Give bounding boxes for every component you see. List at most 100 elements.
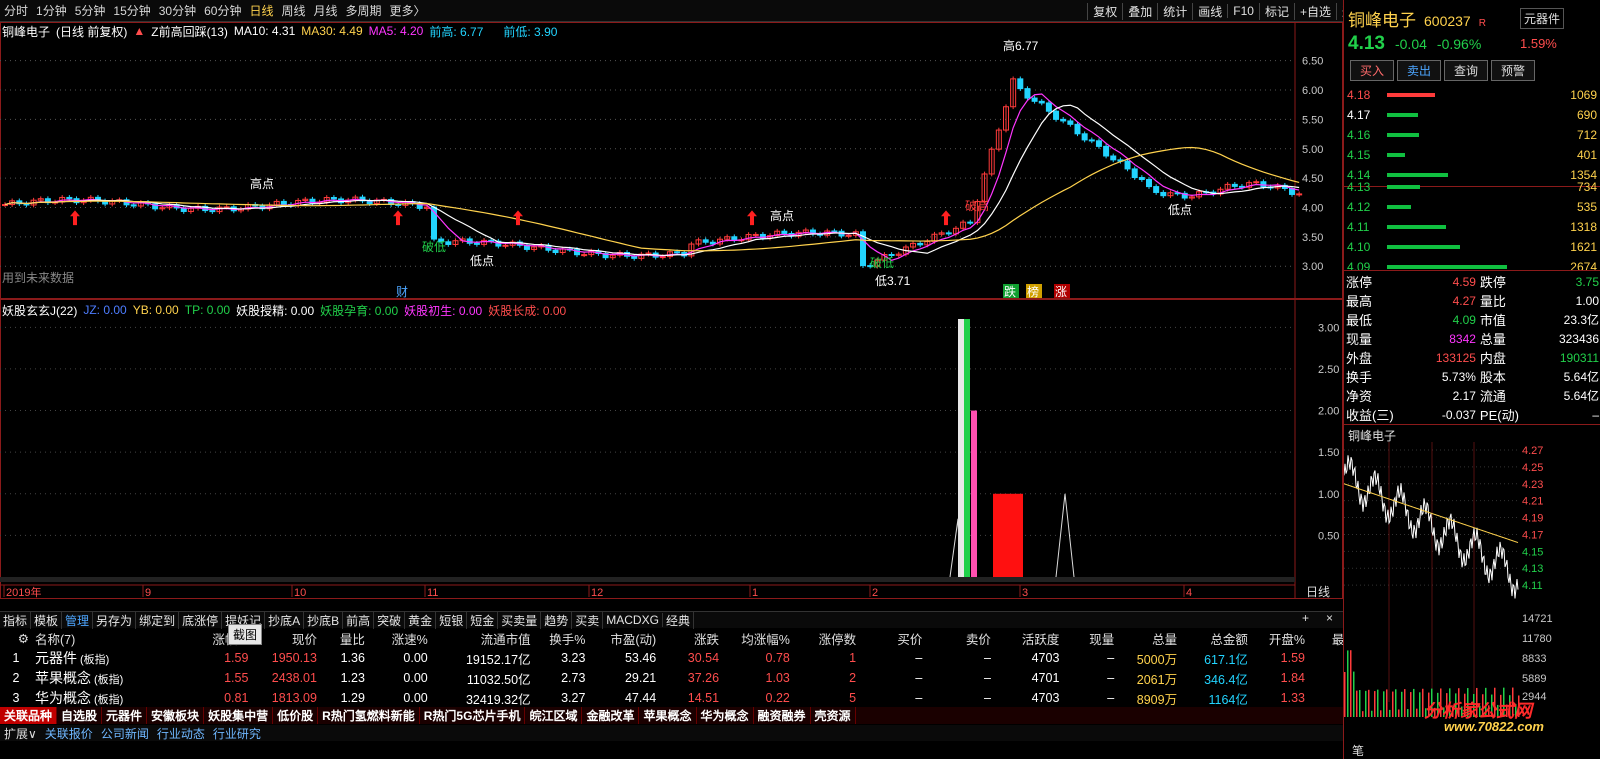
period-7[interactable]: 周线 bbox=[277, 2, 309, 19]
related-tab-5[interactable]: 低价股 bbox=[273, 707, 319, 724]
col-header-14[interactable]: 现量 bbox=[1062, 629, 1117, 648]
trade-btn-2[interactable]: 查询 bbox=[1444, 60, 1489, 81]
col-header-10[interactable]: 涨停数 bbox=[793, 629, 859, 648]
col-header-13[interactable]: 活跃度 bbox=[994, 629, 1063, 648]
indicator-tab-16[interactable]: 买卖 bbox=[572, 611, 604, 629]
mini-vol-tick: 5889 bbox=[1522, 673, 1546, 685]
col-header-11[interactable]: 买价 bbox=[859, 629, 925, 648]
ext-tab-0[interactable]: 扩展∨ bbox=[0, 725, 41, 742]
col-header-0[interactable]: 名称(7) bbox=[32, 629, 203, 648]
related-tab-6[interactable]: R热门氢燃料新能 bbox=[318, 707, 420, 724]
indicator-tab-3[interactable]: 另存为 bbox=[93, 611, 137, 629]
row-name[interactable]: 苹果概念 (板指) bbox=[32, 668, 203, 688]
tool-5[interactable]: 标记 bbox=[1258, 2, 1294, 20]
related-tab-2[interactable]: 元器件 bbox=[102, 707, 148, 724]
col-header-16[interactable]: 总金额 bbox=[1180, 629, 1251, 648]
sector-name: 华为概念 bbox=[34, 690, 91, 706]
indicator-tab-14[interactable]: 买卖量 bbox=[498, 611, 542, 629]
indicator-tab-5[interactable]: 底涨停 bbox=[179, 611, 223, 629]
period-2[interactable]: 5分钟 bbox=[71, 2, 110, 19]
period-0[interactable]: 分时 bbox=[0, 2, 32, 19]
period-3[interactable]: 15分钟 bbox=[109, 2, 154, 19]
period-6[interactable]: 日线 bbox=[245, 2, 277, 19]
related-tab-10[interactable]: 苹果概念 bbox=[639, 707, 697, 724]
y-tick: 2.00 bbox=[1318, 406, 1339, 418]
add-icon[interactable]: + bbox=[1302, 611, 1309, 625]
related-tab-13[interactable]: 壳资源 bbox=[811, 707, 856, 724]
indicator-tab-11[interactable]: 黄金 bbox=[405, 611, 437, 629]
indicator-tab-12[interactable]: 短银 bbox=[436, 611, 468, 629]
col-header-17[interactable]: 开盘% bbox=[1251, 629, 1308, 648]
indicator-tab-13[interactable]: 短金 bbox=[467, 611, 499, 629]
col-header-3[interactable]: 量比 bbox=[320, 629, 368, 648]
row-name[interactable]: 华为概念 (板指) bbox=[32, 688, 203, 708]
indicator-tab-18[interactable]: 经典 bbox=[663, 611, 694, 629]
period-10[interactable]: 更多〉 bbox=[386, 2, 430, 19]
table-row[interactable]: 3 华为概念 (板指) 0.81 1813.09 1.29 0.00 32419.32亿 3.2… bbox=[0, 688, 1371, 708]
tool-0[interactable]: 复权 bbox=[1087, 2, 1122, 20]
ext-tab-4[interactable]: 行业研究 bbox=[209, 725, 265, 742]
col-header-12[interactable]: 卖价 bbox=[925, 629, 994, 648]
period-4[interactable]: 30分钟 bbox=[155, 2, 200, 19]
settings-icon[interactable]: ⚙ bbox=[0, 629, 32, 648]
ext-tab-3[interactable]: 行业动态 bbox=[153, 725, 209, 742]
tool-6[interactable]: +自选 bbox=[1293, 2, 1336, 20]
related-tab-4[interactable]: 妖股集中营 bbox=[204, 707, 274, 724]
related-tab-7[interactable]: R热门5G芯片手机 bbox=[420, 707, 526, 724]
related-tab-3[interactable]: 安徽板块 bbox=[147, 707, 205, 724]
indicator-tab-9[interactable]: 前高 bbox=[343, 611, 375, 629]
close-icon[interactable]: × bbox=[1326, 611, 1333, 625]
tool-4[interactable]: F10 bbox=[1227, 4, 1259, 18]
cell: – bbox=[1107, 691, 1115, 705]
trade-btn-1[interactable]: 卖出 bbox=[1397, 60, 1442, 81]
col-header-9[interactable]: 均涨幅% bbox=[722, 629, 793, 648]
ext-tab-2[interactable]: 公司新闻 bbox=[97, 725, 153, 742]
table-row[interactable]: 1 元器件 (板指) 1.59 1950.13 1.36 0.00 19152.17亿 3.23… bbox=[0, 648, 1371, 668]
related-tab-11[interactable]: 华为概念 bbox=[697, 707, 754, 724]
trade-btn-0[interactable]: 买入 bbox=[1350, 60, 1395, 81]
col-header-4[interactable]: 涨速% bbox=[368, 629, 431, 648]
row-name[interactable]: 元器件 (板指) bbox=[32, 648, 203, 668]
related-tab-0[interactable]: 关联品种 bbox=[0, 707, 58, 724]
related-tab-12[interactable]: 融资融券 bbox=[754, 707, 811, 724]
sector-tag[interactable]: 元器件 bbox=[1520, 8, 1565, 29]
mini-vol-bar bbox=[1392, 691, 1394, 717]
col-header-5[interactable]: 流通市值 bbox=[431, 629, 534, 648]
indicator-tab-0[interactable]: 指标 bbox=[0, 611, 32, 629]
ext-tab-1[interactable]: 关联报价 bbox=[41, 725, 97, 742]
related-tab-8[interactable]: 皖江区域 bbox=[525, 707, 583, 724]
high-label: 高点 bbox=[770, 208, 794, 223]
trade-btn-3[interactable]: 预警 bbox=[1491, 60, 1536, 81]
buy-arrow-icon bbox=[941, 210, 951, 226]
period-1[interactable]: 1分钟 bbox=[32, 2, 71, 19]
kline-chart[interactable]: 6.506.005.505.004.504.003.503.00高点高点低点低点… bbox=[0, 22, 1343, 299]
candle-body bbox=[1131, 168, 1138, 179]
tool-1[interactable]: 叠加 bbox=[1122, 2, 1157, 20]
col-header-15[interactable]: 总量 bbox=[1117, 629, 1180, 648]
table-row[interactable]: 2 苹果概念 (板指) 1.55 2438.01 1.23 0.00 11032.50亿 2.7… bbox=[0, 668, 1371, 688]
col-header-8[interactable]: 涨跌 bbox=[659, 629, 722, 648]
mini-vol-bar bbox=[1362, 711, 1364, 717]
indicator-chart[interactable]: 3.002.502.001.501.000.502019年 9 10 11 12 1 2 3 4… bbox=[0, 299, 1343, 611]
stat-label: PE(动) bbox=[1479, 408, 1519, 423]
period-5[interactable]: 60分钟 bbox=[200, 2, 245, 19]
indicator-tab-2[interactable]: 管理 bbox=[62, 611, 94, 629]
col-header-6[interactable]: 换手% bbox=[534, 629, 589, 648]
period-9[interactable]: 多周期 bbox=[342, 2, 386, 19]
col-header-7[interactable]: 市盈(动) bbox=[588, 629, 659, 648]
indicator-tab-15[interactable]: 趋势 bbox=[541, 611, 573, 629]
related-tab-1[interactable]: 自选股 bbox=[57, 707, 103, 724]
indicator-tab-10[interactable]: 突破 bbox=[374, 611, 406, 629]
tool-2[interactable]: 统计 bbox=[1157, 2, 1192, 20]
related-tab-9[interactable]: 金融改革 bbox=[582, 707, 640, 724]
tool-3[interactable]: 画线 bbox=[1192, 2, 1227, 20]
indicator-tab-17[interactable]: MACDXG bbox=[603, 613, 663, 627]
date-label: 1 bbox=[752, 587, 758, 599]
period-8[interactable]: 月线 bbox=[310, 2, 342, 19]
indicator-tab-1[interactable]: 模板 bbox=[31, 611, 63, 629]
indicator-tab-4[interactable]: 绑定到 bbox=[136, 611, 180, 629]
stat-value: 5.64亿 bbox=[1563, 370, 1599, 384]
cell: 3.23 bbox=[561, 651, 586, 665]
indicator-tab-8[interactable]: 抄底B bbox=[304, 611, 344, 629]
indicator-tab-7[interactable]: 抄底A bbox=[265, 611, 305, 629]
